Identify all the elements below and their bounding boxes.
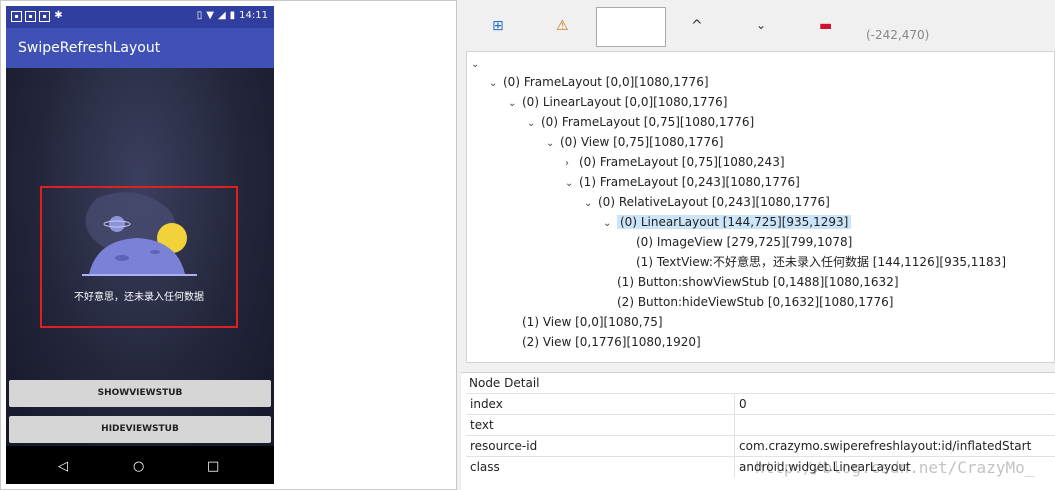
- crater-shape: [150, 250, 160, 254]
- node-detail-title: Node Detail: [469, 376, 540, 390]
- tree-node[interactable]: (1) Button:showViewStub [0,1488][1080,16…: [603, 273, 899, 291]
- chevron-down-icon[interactable]: ⌄: [584, 195, 598, 213]
- notification-icon: ▪: [25, 11, 36, 22]
- tree-node-label: (0) View [0,75][1080,1776]: [560, 135, 724, 149]
- hierarchy-tree[interactable]: ⌄ ⌄ (0) FrameLayout [0,0][1080,1776] ⌄ (0) …: [466, 51, 1055, 363]
- tree-node[interactable]: (2) View [0,1776][1080,1920]: [508, 333, 701, 351]
- android-icon: ✱: [54, 10, 63, 21]
- battery-icon: ▮: [229, 10, 236, 21]
- detail-key: class: [470, 460, 500, 474]
- search-box[interactable]: [596, 7, 666, 47]
- tree-node-label: (0) ImageView [279,725][799,1078]: [636, 235, 853, 249]
- ui-automator-viewer: ▪ ▪ ▪ ✱ ▯ ▼ ◢ ▮ 14:11 SwipeRefreshLayout: [0, 0, 1055, 490]
- detail-value: com.crazymo.swiperefreshlayout:id/inflat…: [739, 439, 1032, 453]
- clear-icon[interactable]: ▬: [819, 18, 832, 34]
- column-divider: [734, 436, 735, 457]
- tree-node[interactable]: ⌄ (0) View [0,75][1080,1776]: [546, 133, 723, 151]
- detail-row[interactable]: index 0: [466, 393, 1055, 415]
- app-bar-title: SwipeRefreshLayout: [6, 28, 274, 68]
- toolbar: ⊞ ⚠ ^ ⌄ ▬ (-242,470): [461, 0, 1055, 48]
- detail-key: index: [470, 397, 503, 411]
- wifi-icon: ▼: [206, 10, 214, 21]
- hide-viewstub-button[interactable]: HIDEVIEWSTUB: [9, 416, 271, 443]
- warning-icon[interactable]: ⚠: [556, 18, 569, 34]
- tree-node[interactable]: › (0) FrameLayout [0,75][1080,243]: [565, 153, 785, 171]
- selected-node-highlight: 不好意思，还未录入任何数据: [40, 186, 238, 328]
- tree-node-label: (1) FrameLayout [0,243][1080,1776]: [579, 175, 800, 189]
- crater-shape: [115, 255, 129, 261]
- notification-icon: ▪: [39, 11, 50, 22]
- column-divider: [734, 415, 735, 436]
- tree-node-label: (2) Button:hideViewStub [0,1632][1080,17…: [617, 295, 894, 309]
- tree-node-label: (0) LinearLayout [0,0][1080,1776]: [522, 95, 728, 109]
- tree-node[interactable]: ⌄ (0) LinearLayout [0,0][1080,1776]: [508, 93, 727, 111]
- tree-node-label: (0) FrameLayout [0,75][1080,243]: [579, 155, 785, 169]
- chevron-down-icon[interactable]: ⌄: [508, 95, 522, 113]
- chevron-right-icon[interactable]: ›: [565, 155, 579, 173]
- chevron-down-icon[interactable]: ⌄: [756, 18, 766, 32]
- tree-node[interactable]: ⌄ (0) RelativeLayout [0,243][1080,1776]: [584, 193, 830, 211]
- chevron-down-icon[interactable]: ⌄: [603, 215, 617, 233]
- detail-value: 0: [739, 397, 747, 411]
- tree-node[interactable]: ⌄ (1) FrameLayout [0,243][1080,1776]: [565, 173, 800, 191]
- home-icon[interactable]: ○: [133, 459, 144, 474]
- tree-node-label: (1) Button:showViewStub [0,1488][1080,16…: [617, 275, 899, 289]
- column-divider: [734, 394, 735, 415]
- notification-icon: ▪: [11, 11, 22, 22]
- ground-line: [82, 274, 197, 276]
- chevron-down-icon[interactable]: ⌄: [546, 135, 560, 153]
- nav-bar: ◁ ○ □: [6, 447, 274, 484]
- tree-node-label: (0) FrameLayout [0,75][1080,1776]: [541, 115, 755, 129]
- status-bar: ▪ ▪ ▪ ✱ ▯ ▼ ◢ ▮ 14:11: [6, 6, 274, 28]
- back-icon[interactable]: ◁: [58, 459, 68, 474]
- empty-illustration: [82, 192, 197, 276]
- chevron-up-icon[interactable]: ^: [691, 18, 703, 34]
- chevron-down-icon[interactable]: ⌄: [527, 115, 541, 133]
- chevron-down-icon[interactable]: ⌄: [565, 175, 579, 193]
- tree-node[interactable]: (1) View [0,0][1080,75]: [508, 313, 663, 331]
- tree-node-label: (2) View [0,1776][1080,1920]: [522, 335, 701, 349]
- tree-node-label: (0) RelativeLayout [0,243][1080,1776]: [598, 195, 830, 209]
- signal-icon: ◢: [217, 10, 226, 21]
- tree-node[interactable]: (0) ImageView [279,725][799,1078]: [622, 233, 852, 251]
- device-screenshot[interactable]: ▪ ▪ ▪ ✱ ▯ ▼ ◢ ▮ 14:11 SwipeRefreshLayout: [6, 6, 274, 484]
- tree-node[interactable]: ⌄ (0) FrameLayout [0,75][1080,1776]: [527, 113, 754, 131]
- vibrate-icon: ▯: [196, 10, 203, 21]
- show-viewstub-button[interactable]: SHOWVIEWSTUB: [9, 380, 271, 407]
- detail-row[interactable]: text: [466, 414, 1055, 436]
- tree-node-label: (0) FrameLayout [0,0][1080,1776]: [503, 75, 709, 89]
- tree-node-label: (0) LinearLayout [144,725][935,1293]: [617, 215, 852, 229]
- tree-root-twisty[interactable]: ⌄: [471, 54, 485, 72]
- recents-icon[interactable]: □: [207, 459, 219, 474]
- status-time: 14:11: [239, 10, 268, 21]
- tree-node[interactable]: (1) TextView:不好意思，还未录入任何数据 [144,1126][93…: [622, 253, 1006, 271]
- tree-node[interactable]: ⌄ (0) LinearLayout [144,725][935,1293]: [603, 213, 852, 233]
- column-divider: [734, 457, 735, 478]
- screenshot-panel[interactable]: ▪ ▪ ▪ ✱ ▯ ▼ ◢ ▮ 14:11 SwipeRefreshLayout: [0, 0, 457, 490]
- tree-node-label: (1) View [0,0][1080,75]: [522, 315, 663, 329]
- tree-node[interactable]: ⌄ (0) FrameLayout [0,0][1080,1776]: [489, 73, 709, 91]
- chevron-down-icon[interactable]: ⌄: [489, 75, 503, 93]
- expand-all-icon[interactable]: ⊞: [492, 18, 504, 34]
- tree-node-label: (1) TextView:不好意思，还未录入任何数据 [144,1126][93…: [636, 255, 1007, 269]
- watermark-text: http://blog.csdn.net/CrazyMo_: [755, 458, 1035, 477]
- detail-key: text: [470, 418, 494, 432]
- detail-row[interactable]: resource-id com.crazymo.swiperefreshlayou…: [466, 435, 1055, 457]
- small-planet-shape: [109, 216, 125, 232]
- detail-key: resource-id: [470, 439, 538, 453]
- status-right: ▯ ▼ ◢ ▮ 14:11: [197, 10, 268, 21]
- coordinates-readout: (-242,470): [866, 28, 930, 42]
- empty-message: 不好意思，还未录入任何数据: [74, 292, 204, 303]
- tree-node[interactable]: (2) Button:hideViewStub [0,1632][1080,17…: [603, 293, 893, 311]
